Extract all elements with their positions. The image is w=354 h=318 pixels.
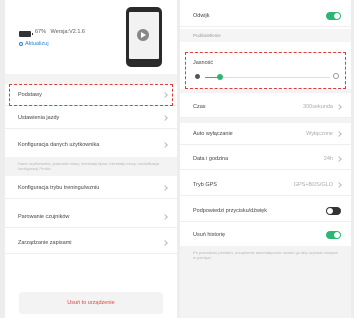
- device-settings-screen: 67% Wersja:V2.1.6 Aktualizuj Podstawy Us…: [5, 0, 177, 318]
- chevron-right-icon: [162, 184, 168, 191]
- odwijk-toggle[interactable]: [326, 11, 341, 20]
- brightness-thumb[interactable]: [217, 74, 223, 80]
- menu-item-label: Parowanie czujników: [18, 213, 70, 220]
- menu-item-podstawy[interactable]: Podstawy: [5, 84, 177, 106]
- delete-history-toggle[interactable]: [326, 231, 341, 239]
- auto-off-value: Wyłączone: [306, 130, 333, 137]
- menu-item-sensor-pairing[interactable]: Parowanie czujników: [5, 206, 177, 228]
- update-link-label: Aktualizuj: [25, 41, 49, 47]
- divider: [5, 74, 177, 84]
- auto-off-label: Auto wyłączanie: [193, 130, 233, 137]
- button-sound-row: Podpowiedzi przycisku/dźwięk: [180, 200, 351, 222]
- date-time-value: 24h: [323, 155, 333, 162]
- chevron-right-icon: [162, 213, 168, 220]
- chevron-right-icon: [162, 239, 168, 246]
- device-image: [126, 7, 162, 67]
- user-data-description: Dane użytkownika, jednostki miary, inter…: [18, 161, 159, 171]
- battery-level: 67%: [35, 29, 47, 35]
- chevron-right-icon: [162, 114, 168, 121]
- brightness-slider[interactable]: [205, 74, 330, 80]
- delete-history-label: Usuń historię: [193, 232, 226, 238]
- gps-mode-row[interactable]: Tryb GPS GPS+BDS/GLO: [180, 174, 351, 196]
- time-row[interactable]: Czas 300sekunda: [180, 96, 351, 118]
- time-label: Czas: [193, 103, 206, 110]
- device-info: 67% Wersja:V2.1.6: [35, 29, 88, 35]
- chevron-right-icon: [336, 181, 342, 188]
- brightness-low-icon: [195, 74, 200, 79]
- date-time-label: Data i godzina: [193, 155, 229, 162]
- auto-off-row[interactable]: Auto wyłączanie Wyłączone: [180, 123, 351, 145]
- basic-settings-screen: Odwijk Podświetlenie Jasność Czas 300sek…: [180, 0, 351, 318]
- menu-item-label: Ustawienia jazdy: [18, 114, 60, 121]
- device-card: 67% Wersja:V2.1.6 Aktualizuj: [5, 0, 177, 74]
- delete-history-row: Usuń historię: [180, 224, 351, 246]
- remove-device-button[interactable]: Usuń to urządzenie: [19, 292, 163, 314]
- chevron-right-icon: [162, 142, 168, 148]
- menu-item-label: Konfiguracja danych użytkownika: [18, 142, 100, 148]
- brightness-label: Jasność: [193, 60, 214, 66]
- odwijk-label: Odwijk: [193, 12, 210, 19]
- gps-mode-value: GPS+BDS/GLO: [293, 181, 333, 188]
- menu-item-label: Konfiguracja trybu treningu/wzniu: [18, 184, 100, 191]
- odwijk-row: Odwijk: [180, 5, 351, 27]
- menu-item-ride-settings[interactable]: Ustawienia jazdy: [5, 107, 177, 129]
- battery-icon: [19, 31, 33, 37]
- play-icon: [137, 29, 149, 41]
- update-link[interactable]: Aktualizuj: [19, 41, 49, 47]
- menu-item-label: Podstawy: [18, 91, 42, 98]
- brightness-high-icon: [333, 73, 339, 79]
- chevron-right-icon: [336, 130, 342, 137]
- button-sound-toggle[interactable]: [326, 206, 341, 215]
- chevron-right-icon: [336, 155, 342, 162]
- gps-mode-label: Tryb GPS: [193, 181, 217, 188]
- time-value: 300sekunda: [303, 103, 333, 110]
- chevron-right-icon: [162, 91, 168, 98]
- brightness-block: Jasność: [180, 54, 351, 88]
- delete-history-description: Po przesłaniu pomiaru, urządzenie automa…: [193, 250, 338, 260]
- menu-item-user-data[interactable]: Konfiguracja danych użytkownika: [5, 134, 177, 156]
- date-time-row[interactable]: Data i godzina 24h: [180, 148, 351, 170]
- section-header-backlight: Podświetlenie: [180, 29, 351, 42]
- menu-item-records[interactable]: Zarządzanie zapisami: [5, 232, 177, 254]
- menu-item-label: Zarządzanie zapisami: [18, 239, 72, 246]
- update-icon: [19, 42, 23, 46]
- menu-item-training-mode[interactable]: Konfiguracja trybu treningu/wzniu: [5, 177, 177, 199]
- chevron-right-icon: [336, 103, 342, 110]
- button-sound-label: Podpowiedzi przycisku/dźwięk: [193, 207, 267, 214]
- firmware-version: Wersja:V2.1.6: [50, 29, 85, 35]
- divider: [180, 89, 351, 93]
